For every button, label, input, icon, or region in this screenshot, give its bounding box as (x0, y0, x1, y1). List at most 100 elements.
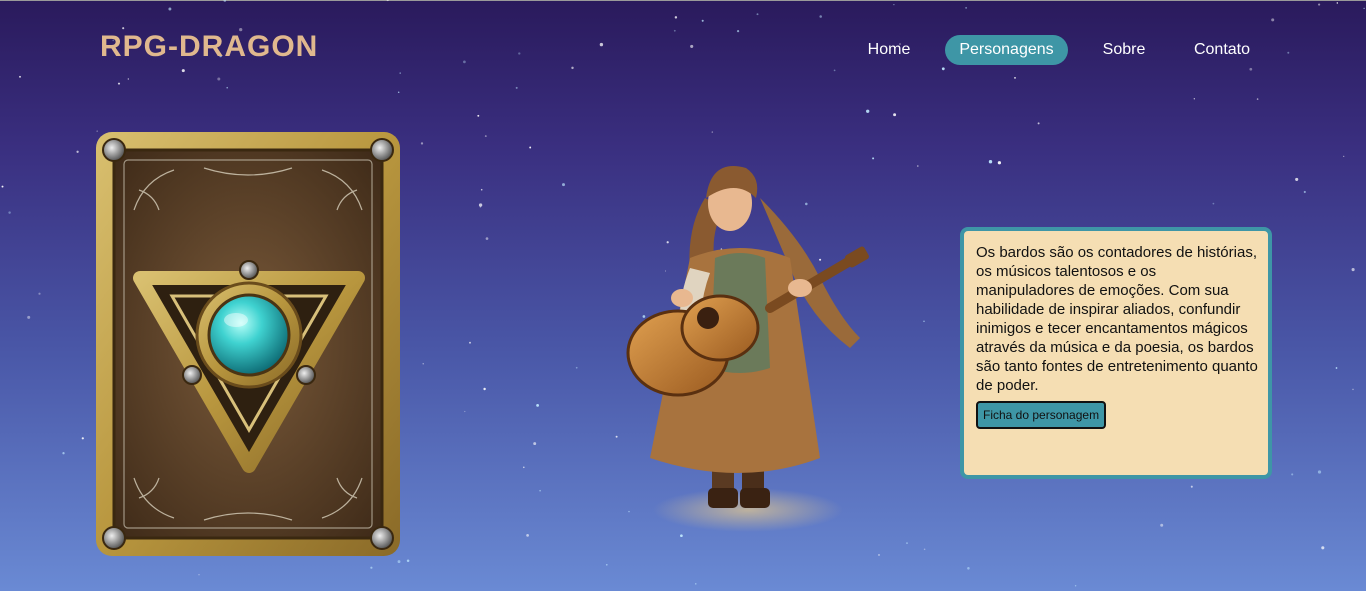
star (127, 78, 129, 80)
star (523, 466, 525, 469)
star (386, 0, 389, 2)
star (674, 16, 678, 19)
star (1352, 388, 1354, 391)
star (1256, 98, 1259, 100)
star (27, 315, 31, 319)
star (917, 165, 919, 167)
nav-item-sobre[interactable]: Sobre (1086, 35, 1162, 65)
star (893, 113, 897, 117)
star (562, 183, 565, 187)
star (485, 237, 489, 240)
star (866, 109, 870, 113)
star (967, 567, 970, 570)
star (81, 437, 84, 440)
star (906, 542, 908, 544)
star (599, 42, 604, 47)
star (756, 13, 759, 16)
star (226, 86, 228, 89)
star (1, 185, 4, 188)
star (518, 52, 521, 55)
star (536, 403, 540, 407)
star (988, 160, 993, 164)
star (422, 363, 424, 365)
star (181, 69, 185, 73)
star (223, 0, 227, 2)
star (690, 44, 694, 48)
star (893, 3, 895, 6)
star (469, 341, 471, 344)
star (399, 72, 401, 74)
star (1317, 470, 1322, 474)
star (529, 146, 532, 149)
star (736, 29, 740, 33)
star (923, 320, 925, 323)
star (571, 66, 574, 70)
star (1014, 77, 1016, 79)
bard-character-image (626, 166, 869, 532)
star (406, 559, 410, 563)
star (1037, 122, 1040, 125)
character-description-box: Os bardos são os contadores de histórias… (960, 227, 1272, 479)
star (615, 435, 618, 438)
star (62, 452, 65, 455)
star (941, 67, 945, 71)
star (1190, 485, 1193, 488)
star (673, 29, 676, 32)
star (1160, 523, 1164, 527)
star (997, 161, 1002, 165)
star (483, 387, 486, 391)
star (575, 366, 578, 369)
star (8, 211, 11, 214)
star (397, 560, 401, 564)
star (1249, 67, 1253, 71)
nav-item-personagens[interactable]: Personagens (945, 35, 1068, 65)
star (819, 15, 822, 18)
star (1336, 2, 1339, 4)
character-sheet-button[interactable]: Ficha do personagem (976, 401, 1107, 429)
star (1343, 155, 1345, 158)
star (122, 27, 125, 30)
star (463, 60, 466, 64)
star (76, 150, 79, 153)
star (168, 7, 172, 11)
star (1303, 190, 1306, 194)
card-back-image[interactable] (94, 130, 402, 558)
star (533, 442, 537, 446)
star (1193, 98, 1195, 100)
star (1212, 202, 1215, 205)
star (923, 548, 926, 551)
star (370, 566, 373, 569)
nav-item-contato[interactable]: Contato (1182, 35, 1262, 65)
star (478, 203, 483, 207)
star (217, 77, 221, 81)
character-description: Os bardos são os contadores de histórias… (976, 244, 1258, 394)
star (695, 583, 697, 585)
star (484, 135, 487, 138)
star (833, 69, 836, 72)
star (1318, 3, 1321, 6)
nav-item-home[interactable]: Home (850, 35, 928, 65)
star (1363, 7, 1365, 10)
star (526, 534, 529, 537)
star (420, 142, 424, 145)
star (878, 554, 880, 556)
star (198, 574, 200, 576)
star (1321, 546, 1325, 550)
star (515, 86, 518, 89)
star (711, 131, 714, 133)
star (1335, 367, 1338, 369)
star (1351, 268, 1355, 272)
star (605, 563, 608, 566)
star (1074, 585, 1077, 587)
star (539, 489, 541, 492)
site-logo[interactable]: RPG-DRAGON (100, 30, 318, 64)
star (480, 188, 483, 191)
star (1287, 51, 1290, 54)
star (1271, 18, 1275, 22)
star (477, 114, 480, 117)
star (965, 7, 967, 9)
star (1291, 473, 1294, 476)
star (701, 19, 704, 22)
star (117, 82, 121, 85)
star (38, 292, 41, 295)
